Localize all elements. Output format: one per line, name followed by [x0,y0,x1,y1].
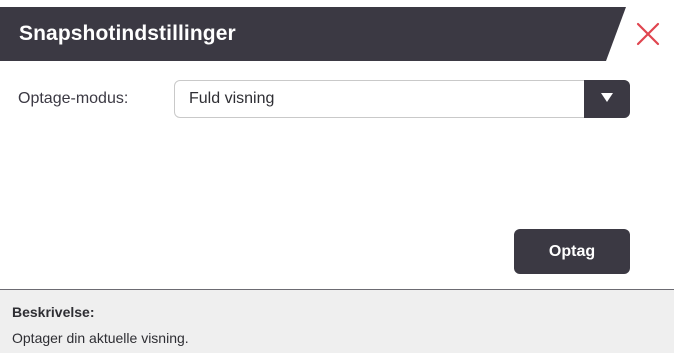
triangle-down-icon [600,90,614,108]
description-text: Optager din aktuelle visning. [12,330,189,346]
mode-select-value: Fuld visning [189,90,275,107]
mode-select[interactable]: Fuld visning [174,80,630,118]
mode-label: Optage-modus: [18,90,129,107]
close-icon [635,21,661,47]
record-button[interactable]: Optag [514,229,630,274]
description-label: Beskrivelse: [12,304,95,320]
snapshot-settings-dialog: Snapshotindstillinger Optage-modus: Fuld… [0,0,674,353]
dropdown-arrow-button[interactable] [584,80,630,118]
top-strip [0,0,674,7]
dialog-title: Snapshotindstillinger [19,22,236,45]
description-panel: Beskrivelse: Optager din aktuelle visnin… [0,289,674,353]
close-button[interactable] [628,14,668,54]
